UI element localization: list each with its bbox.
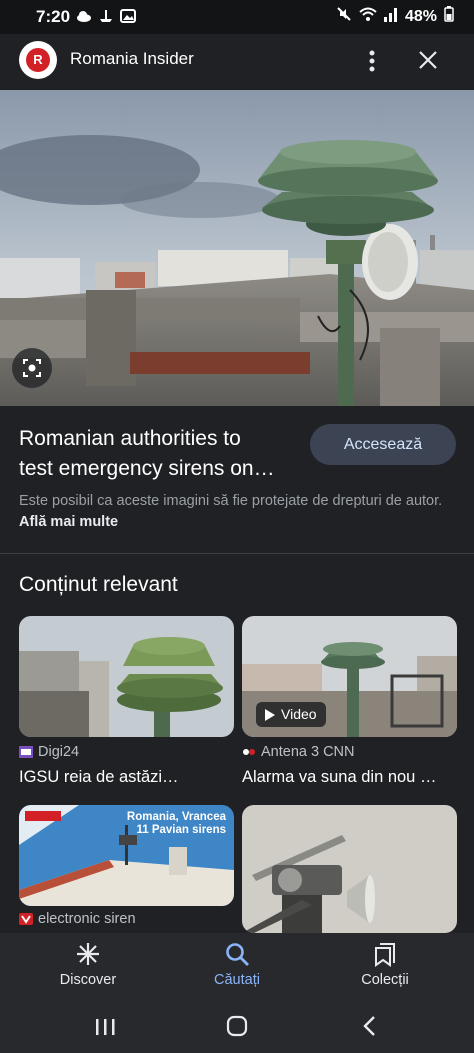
related-card-image[interactable]: Video (242, 616, 457, 737)
related-card-source: electronic siren (19, 911, 136, 927)
nav-discover[interactable]: Discover (28, 941, 148, 988)
related-card-title[interactable]: IGSU reia de astăzi… (19, 768, 234, 787)
cloud-icon (76, 8, 92, 24)
source-name: Digi24 (38, 744, 80, 760)
status-time: 7:20 (36, 7, 71, 26)
visit-button[interactable]: Accesează (310, 424, 456, 465)
nav-search-label: Căutați (214, 972, 260, 988)
related-card-source: Antena 3 CNN (242, 744, 355, 760)
related-card-image[interactable]: Romania, Vrancea 11 Pavian sirens (19, 805, 234, 906)
boat-icon (98, 8, 114, 24)
more-options-icon[interactable] (362, 48, 382, 74)
battery-level: 48% (404, 7, 437, 25)
system-navigation-bar (0, 1005, 474, 1053)
mute-icon (336, 6, 352, 27)
image-caption: Romania, Vrancea 11 Pavian sirens (127, 811, 226, 837)
article-title[interactable]: Romanian authorities to test emergency s… (19, 424, 299, 484)
learn-more-link[interactable]: Află mai multe (19, 514, 118, 530)
nav-search[interactable]: Căutați (177, 941, 297, 988)
related-card-image[interactable] (242, 805, 457, 933)
search-icon (226, 943, 249, 966)
signal-icon (383, 6, 398, 27)
related-card-image[interactable] (19, 616, 234, 737)
related-content-heading: Conținut relevant (19, 573, 178, 596)
nav-discover-label: Discover (59, 972, 117, 988)
lens-icon (23, 359, 41, 377)
site-logo[interactable]: R (19, 41, 57, 79)
source-header: R Romania Insider (0, 34, 474, 90)
source-name: Antena 3 CNN (261, 744, 355, 760)
status-right: 48% (336, 6, 454, 27)
home-icon[interactable] (226, 1015, 248, 1037)
site-name[interactable]: Romania Insider (70, 49, 194, 69)
close-icon[interactable] (416, 48, 440, 72)
video-badge-label: Video (281, 706, 317, 722)
related-card-source: Digi24 (19, 744, 79, 760)
hero-image[interactable] (0, 90, 474, 406)
related-card-title[interactable]: Alarma va suna din nou … (242, 768, 457, 787)
play-icon (265, 708, 275, 721)
bottom-navigation: Discover Căutați Colecții (0, 933, 474, 1005)
source-name: electronic siren (38, 911, 136, 927)
image-caption-line-1: Romania, Vrancea (126, 811, 226, 823)
antena3-logo-icon (242, 746, 256, 758)
image-caption-line-2: 11 Pavian sirens (136, 824, 226, 836)
recent-apps-icon[interactable] (94, 1017, 116, 1037)
status-bar: 7:20 48% (0, 0, 474, 34)
article-title-line-2: test emergency sirens on… (19, 457, 275, 480)
gallery-icon (120, 8, 136, 24)
asterisk-icon (77, 943, 99, 965)
nav-collections[interactable]: Colecții (325, 941, 445, 988)
disclaimer-text: Este posibil ca aceste imagini să fie pr… (19, 493, 443, 509)
nav-collections-label: Colecții (361, 972, 409, 988)
notification-icons (76, 8, 136, 24)
battery-icon (444, 6, 454, 27)
article-title-line-1: Romanian authorities to (19, 427, 241, 450)
wifi-icon (359, 6, 377, 27)
section-divider (0, 553, 474, 554)
site-favicon-icon (19, 913, 33, 925)
site-logo-letter: R (26, 48, 50, 72)
collections-icon (375, 943, 395, 967)
digi24-logo-icon (19, 746, 33, 758)
google-lens-button[interactable] (12, 348, 52, 388)
back-icon[interactable] (362, 1015, 378, 1037)
video-badge: Video (256, 702, 326, 727)
copyright-disclaimer: Este posibil ca aceste imagini să fie pr… (19, 491, 459, 533)
